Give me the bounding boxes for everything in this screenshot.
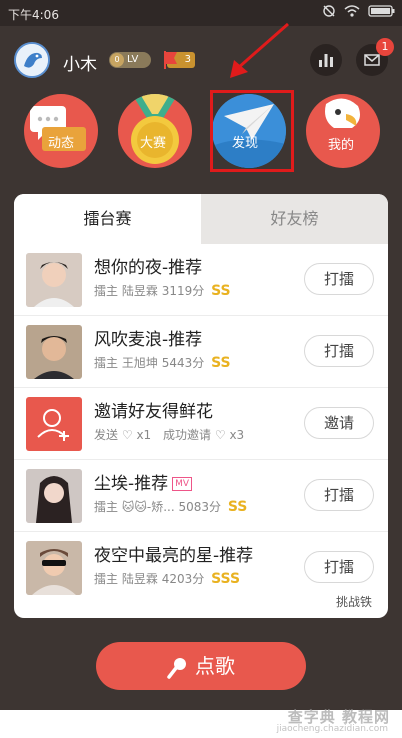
nav-contest[interactable]: 大赛 [118, 94, 192, 168]
grade: SS [227, 499, 248, 515]
song-meta: 擂主 陆昱霖 3119分 SS [94, 282, 231, 299]
battery-icon [368, 5, 395, 17]
annotation-arrow [230, 22, 289, 78]
arena-card: 擂台赛 好友榜 想你的夜-推荐 擂主 陆昱霖 3119分 SS 打擂 风吹麦浪-… [14, 194, 388, 618]
avatar[interactable] [14, 42, 50, 78]
highlight-box [210, 90, 294, 172]
list-item[interactable]: 风吹麦浪-推荐 擂主 王旭坤 5443分 SS 打擂 [14, 316, 388, 388]
song-meta: 擂主 🐱🐱-矫... 5083分 SS [94, 498, 247, 515]
challenge-link[interactable]: 挑战铁 [336, 593, 372, 610]
nav-feed[interactable]: 动态 [24, 94, 98, 168]
message-count-badge: 1 [376, 38, 394, 56]
nav-mine[interactable]: 我的 [306, 94, 380, 168]
song-thumbnail [26, 325, 82, 379]
invite-button[interactable]: 邀请 [304, 407, 374, 439]
challenge-button[interactable]: 打擂 [304, 479, 374, 511]
flag-icon [164, 51, 177, 69]
challenge-button[interactable]: 打擂 [304, 263, 374, 295]
medal-badge: 3 [164, 51, 195, 69]
score: 5443分 [161, 356, 205, 370]
send-label: 发送 [94, 428, 119, 442]
envelope-icon [364, 54, 380, 66]
level-label: LV [127, 54, 139, 65]
success-count: x3 [229, 428, 245, 442]
nav-feed-label: 动态 [48, 136, 75, 151]
list-item[interactable]: 邀请好友得鲜花 发送 ♡ x1 成功邀请 ♡ x3 邀请 [14, 388, 388, 460]
invite-thumbnail [26, 397, 82, 451]
arena-list: 想你的夜-推荐 擂主 陆昱霖 3119分 SS 打擂 风吹麦浪-推荐 擂主 王旭… [14, 244, 388, 604]
flower-icon: ♡ [214, 428, 226, 442]
song-thumbnail [26, 469, 82, 523]
score: 3119分 [161, 284, 205, 298]
wifi-icon [344, 5, 360, 17]
score: 4203分 [161, 572, 205, 586]
invite-title: 邀请好友得鲜花 [94, 402, 213, 422]
role-label: 擂主 [94, 572, 119, 586]
request-song-button[interactable]: 点歌 [96, 642, 306, 690]
song-title: 尘埃-推荐 MV [94, 469, 193, 494]
song-title: 夜空中最亮的星-推荐 [94, 546, 254, 566]
song-meta: 擂主 陆昱霖 4203分 SSS [94, 570, 240, 587]
host-name: 王旭坤 [121, 356, 158, 370]
alarm-icon [323, 5, 335, 17]
bar-chart-icon [319, 54, 333, 67]
list-item[interactable]: 尘埃-推荐 MV 擂主 🐱🐱-矫... 5083分 SS 打擂 [14, 460, 388, 532]
grade: SS [211, 283, 231, 299]
messages-button[interactable]: 1 [356, 38, 394, 76]
host-name: 陆昱霖 [121, 572, 158, 586]
status-time: 下午4:06 [8, 8, 59, 22]
mv-tag: MV [172, 477, 193, 491]
grade: SS [211, 355, 231, 371]
role-label: 擂主 [94, 284, 119, 298]
invite-meta: 发送 ♡ x1 成功邀请 ♡ x3 [94, 426, 244, 443]
nav-contest-label: 大赛 [140, 136, 167, 151]
host-name: 🐱🐱-矫... [121, 500, 175, 514]
main-nav: 动态 大赛 发现 我的 [0, 94, 402, 174]
role-label: 擂主 [94, 500, 119, 514]
song-title: 风吹麦浪-推荐 [94, 330, 203, 350]
user-name[interactable]: 小木 [63, 50, 97, 75]
song-thumbnail [26, 541, 82, 595]
flower-icon: ♡ [121, 428, 133, 442]
level-number: 0 [110, 53, 124, 67]
ranking-button[interactable] [310, 44, 342, 76]
song-thumbnail [26, 253, 82, 307]
medal-icon [131, 94, 179, 164]
success-label: 成功邀请 [163, 428, 212, 442]
song-meta: 擂主 王旭坤 5443分 SS [94, 354, 231, 371]
tab-friends-rank[interactable]: 好友榜 [201, 194, 388, 244]
profile-header: 小木 0 LV 3 1 [0, 36, 402, 84]
challenge-button[interactable]: 打擂 [304, 551, 374, 583]
tab-bar: 擂台赛 好友榜 [14, 194, 388, 244]
watermark-url: jiaocheng.chazidian.com [276, 724, 388, 734]
request-song-label: 点歌 [195, 654, 235, 678]
chat-bubble-icon [30, 106, 86, 151]
song-title: 想你的夜-推荐 [94, 258, 203, 278]
microphone-icon [167, 657, 186, 679]
nav-mine-label: 我的 [328, 138, 355, 153]
parrot-icon [325, 98, 360, 128]
status-bar: 下午4:06 [0, 0, 402, 26]
add-friend-icon [37, 409, 69, 441]
host-name: 陆昱霖 [121, 284, 158, 298]
level-badge: 0 LV [109, 52, 151, 68]
medal-count: 3 [184, 54, 191, 65]
score: 5083分 [178, 500, 222, 514]
role-label: 擂主 [94, 356, 119, 370]
challenge-button[interactable]: 打擂 [304, 335, 374, 367]
list-item[interactable]: 夜空中最亮的星-推荐 擂主 陆昱霖 4203分 SSS 打擂 [14, 532, 388, 604]
tab-arena[interactable]: 擂台赛 [14, 194, 201, 244]
send-count: x1 [136, 428, 152, 442]
grade: SSS [211, 571, 241, 587]
list-item[interactable]: 想你的夜-推荐 擂主 陆昱霖 3119分 SS 打擂 [14, 244, 388, 316]
